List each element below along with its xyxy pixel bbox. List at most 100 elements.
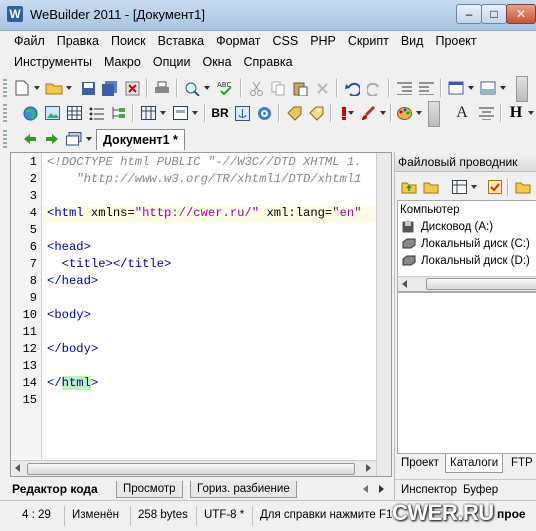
maximize-button[interactable]: □ [481, 4, 507, 24]
chevron-down-icon[interactable] [86, 137, 92, 141]
toolbar-grip[interactable] [3, 104, 7, 122]
palette-icon[interactable] [394, 103, 414, 123]
menu-format[interactable]: Формат [210, 31, 266, 50]
menu-css[interactable]: CSS [266, 31, 304, 50]
menu-insert[interactable]: Вставка [152, 31, 210, 50]
scrollbar-thumb[interactable] [426, 278, 536, 290]
view-mode-icon[interactable] [449, 177, 469, 197]
menu-options[interactable]: Опции [147, 52, 197, 71]
file-list[interactable] [397, 292, 536, 454]
tab-directories[interactable]: Каталоги [445, 454, 504, 473]
tab-scroll-left-icon[interactable] [363, 485, 369, 493]
tab-scroll-right-icon[interactable] [379, 485, 385, 493]
outdent-icon[interactable] [416, 78, 436, 98]
preview-icon[interactable] [182, 78, 202, 98]
delete-icon[interactable] [312, 78, 332, 98]
panel-layout-icon[interactable] [478, 78, 498, 98]
minimize-button[interactable]: – [456, 4, 482, 24]
chevron-down-icon[interactable] [416, 111, 422, 115]
documents-list-icon[interactable] [64, 129, 84, 149]
toolbar-overflow-button[interactable] [516, 76, 528, 102]
tab-horizontal-split[interactable]: Гориз. разбиение [190, 481, 297, 498]
paste-icon[interactable] [290, 78, 310, 98]
tag-icon[interactable] [284, 103, 304, 123]
tree-item-computer[interactable]: Компьютер [400, 204, 460, 216]
menu-script[interactable]: Скрипт [342, 31, 395, 50]
chevron-down-icon[interactable] [471, 185, 477, 189]
image-icon[interactable] [42, 103, 62, 123]
tab-inspector[interactable]: Инспектор [397, 481, 461, 499]
menu-macro[interactable]: Макро [98, 52, 147, 71]
cut-icon[interactable] [246, 78, 266, 98]
chevron-down-icon[interactable] [380, 111, 386, 115]
back-arrow-icon[interactable] [20, 129, 40, 149]
new-folder-icon[interactable] [421, 177, 441, 197]
tag-edit-icon[interactable] [306, 103, 326, 123]
tree-scrollbar[interactable] [398, 276, 536, 291]
toolbar-grip[interactable] [3, 79, 7, 97]
tree-item-floppy[interactable]: Дисковод (A:) [402, 221, 493, 233]
tab-code-editor[interactable]: Редактор кода [6, 481, 104, 497]
vertical-scrollbar[interactable] [376, 153, 391, 476]
menu-search[interactable]: Поиск [105, 31, 152, 50]
tab-project[interactable]: Проект [397, 454, 443, 472]
chevron-down-icon[interactable] [500, 86, 506, 90]
chevron-down-icon[interactable] [468, 86, 474, 90]
menu-file[interactable]: Файл [8, 31, 51, 50]
align-icon[interactable] [476, 103, 496, 123]
close-button[interactable]: ✕ [506, 4, 536, 24]
chevron-down-icon[interactable] [204, 86, 210, 90]
menu-windows[interactable]: Окна [196, 52, 237, 71]
horizontal-scrollbar[interactable] [11, 460, 377, 476]
new-file-icon[interactable] [12, 78, 32, 98]
save-all-icon[interactable] [100, 78, 120, 98]
chevron-down-icon[interactable] [528, 111, 534, 115]
br-button[interactable]: BR [210, 103, 230, 123]
undo-icon[interactable] [342, 78, 362, 98]
chevron-down-icon[interactable] [66, 86, 72, 90]
menu-edit[interactable]: Правка [51, 31, 105, 50]
chevron-down-icon[interactable] [160, 111, 166, 115]
code-editor[interactable]: 1 2 3 4 5 6 7 8 9 10 11 12 13 14 15 <!DO… [10, 152, 392, 477]
open-folder-icon[interactable] [44, 78, 64, 98]
text-format-button[interactable]: A [452, 103, 472, 123]
tab-preview[interactable]: Просмотр [116, 481, 183, 498]
tree-item-disk-d[interactable]: Локальный диск (D:) [402, 255, 530, 267]
menu-view[interactable]: Вид [395, 31, 430, 50]
brush-icon[interactable] [358, 103, 378, 123]
folder-up-icon[interactable] [399, 177, 419, 197]
chevron-down-icon[interactable] [348, 111, 354, 115]
menu-project[interactable]: Проект [429, 31, 482, 50]
encoding[interactable]: UTF-8 * [204, 509, 244, 521]
menu-tools[interactable]: Инструменты [8, 52, 98, 71]
folder-icon[interactable] [513, 177, 533, 197]
close-file-icon[interactable] [122, 78, 142, 98]
scrollbar-thumb[interactable] [27, 463, 355, 475]
checkbox-icon[interactable] [485, 177, 505, 197]
document-tab[interactable]: Документ1 * [96, 129, 185, 150]
heading-button[interactable]: H [506, 103, 526, 123]
copy-icon[interactable] [268, 78, 288, 98]
toolbar-overflow-button[interactable] [428, 101, 440, 127]
target-icon[interactable] [254, 103, 274, 123]
forward-arrow-icon[interactable] [42, 129, 62, 149]
grid-icon[interactable] [138, 103, 158, 123]
list-icon[interactable] [86, 103, 106, 123]
save-icon[interactable] [78, 78, 98, 98]
chevron-down-icon[interactable] [192, 111, 198, 115]
globe-icon[interactable] [20, 103, 40, 123]
print-icon[interactable] [152, 78, 172, 98]
folder-tree[interactable]: Компьютер Дисковод (A:) Локальный диск (… [397, 200, 536, 292]
spellcheck-icon[interactable]: ABC [216, 78, 236, 98]
redo-icon[interactable] [364, 78, 384, 98]
chevron-down-icon[interactable] [34, 86, 40, 90]
tree-icon[interactable] [108, 103, 128, 123]
toolbar-grip[interactable] [3, 130, 7, 148]
form-icon[interactable] [170, 103, 190, 123]
tab-ftp[interactable]: FTP [507, 454, 536, 472]
menu-php[interactable]: PHP [304, 31, 342, 50]
window-layout-icon[interactable] [446, 78, 466, 98]
menu-help[interactable]: Справка [238, 52, 299, 71]
tree-item-disk-c[interactable]: Локальный диск (C:) [402, 238, 530, 250]
anchor-icon[interactable] [232, 103, 252, 123]
